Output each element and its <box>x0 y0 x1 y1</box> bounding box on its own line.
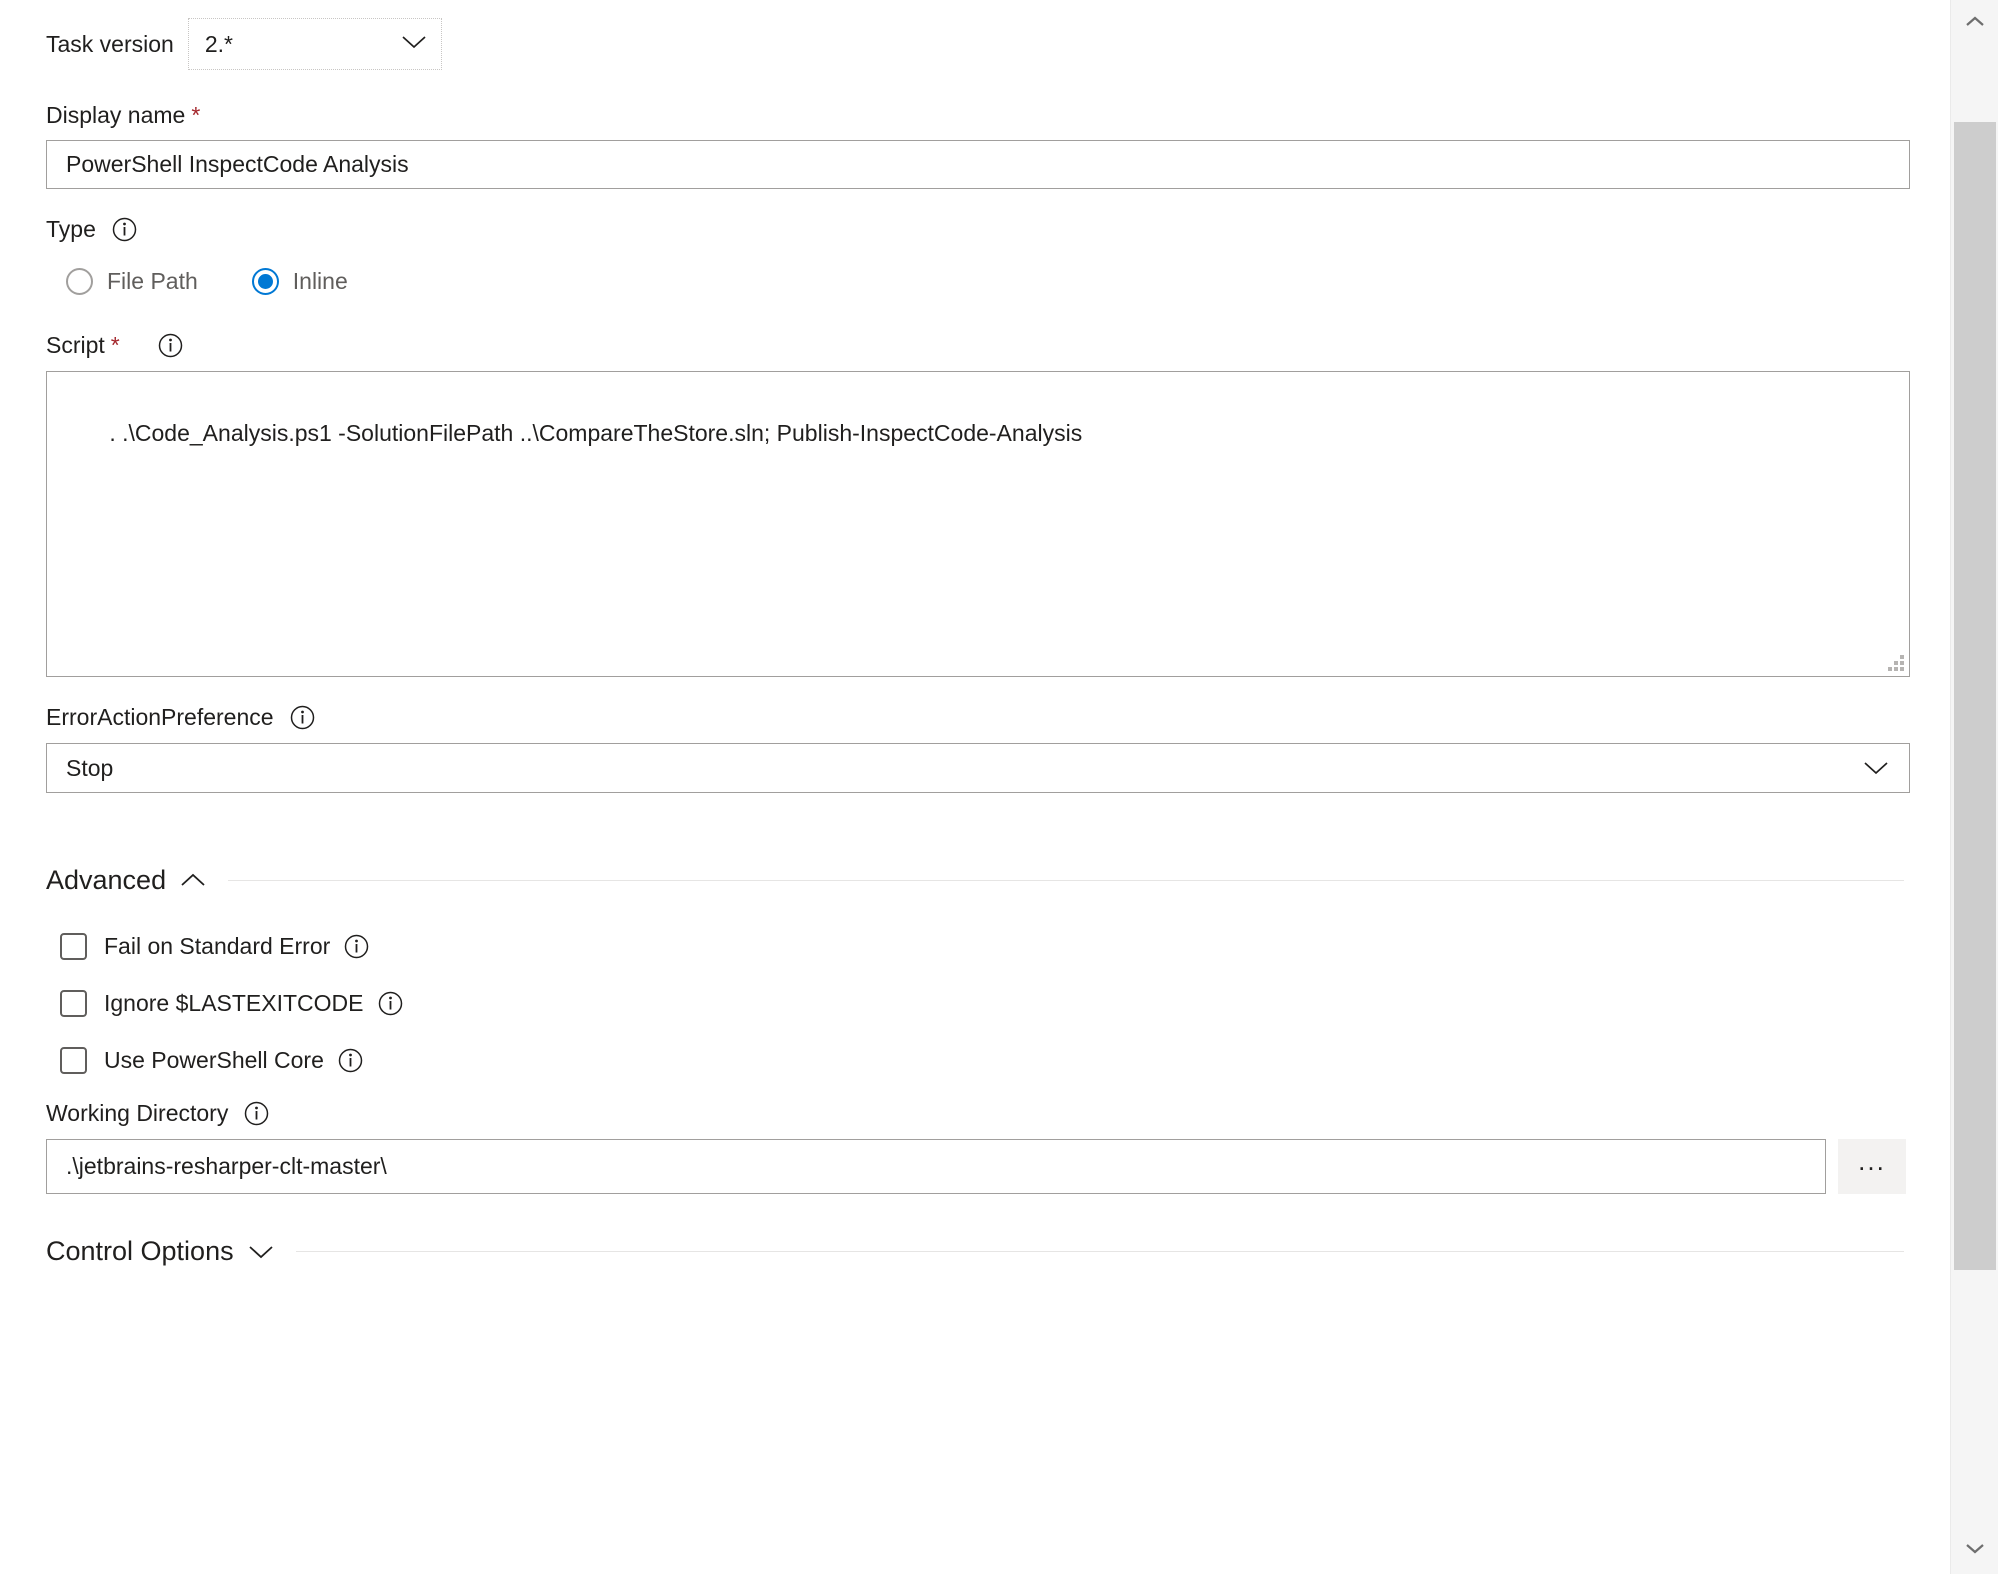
radio-option-inline[interactable]: Inline <box>251 267 348 295</box>
info-icon[interactable] <box>158 333 183 358</box>
task-version-value: 2.* <box>204 30 233 57</box>
task-version-dropdown[interactable]: 2.* <box>187 18 442 70</box>
required-marker: * <box>191 102 201 128</box>
script-textarea[interactable]: . .\Code_Analysis.ps1 -SolutionFilePath … <box>46 371 1910 677</box>
type-field: Type File Path Inline <box>0 189 1950 307</box>
script-field: Script * . .\Code_Analysis.ps1 -Solution… <box>0 307 1950 677</box>
checkbox-icon-unchecked <box>60 933 87 960</box>
chevron-up-icon <box>180 873 206 889</box>
required-marker: * <box>110 332 120 358</box>
checkbox-label-fail-on-standard-error: Fail on Standard Error <box>104 933 331 959</box>
radio-label-file-path: File Path <box>107 267 198 294</box>
section-title-advanced: Advanced <box>46 865 167 895</box>
chevron-down-icon <box>1965 1541 1985 1559</box>
section-header-advanced[interactable]: Advanced <box>0 793 1950 894</box>
error-action-preference-field: ErrorActionPreference Stop <box>0 677 1950 793</box>
radio-icon-unselected <box>66 267 93 295</box>
section-divider <box>228 880 1904 881</box>
scroll-up-button[interactable] <box>1951 0 1998 48</box>
script-label-row: Script * <box>46 333 1950 358</box>
checkbox-icon-unchecked <box>60 1047 87 1074</box>
radio-label-inline: Inline <box>292 267 348 294</box>
browse-button[interactable]: ... <box>1838 1139 1906 1194</box>
radio-option-file-path[interactable]: File Path <box>66 267 198 295</box>
display-name-label: Display name <box>46 102 186 128</box>
chevron-down-icon <box>1863 755 1889 782</box>
info-icon[interactable] <box>290 705 315 730</box>
checkbox-label-use-powershell-core: Use PowerShell Core <box>104 1047 324 1073</box>
working-directory-value: .\jetbrains-resharper-clt-master\ <box>66 1153 387 1179</box>
radio-icon-selected <box>251 267 279 295</box>
display-name-label-row: Display name * <box>46 104 1950 127</box>
task-configuration-panel: Task version 2.* Display name * PowerShe… <box>0 0 1950 1574</box>
error-action-preference-label: ErrorActionPreference <box>46 704 274 730</box>
type-label-row: Type <box>46 217 1950 242</box>
error-action-preference-label-row: ErrorActionPreference <box>46 705 1950 730</box>
info-icon[interactable] <box>244 1101 269 1126</box>
checkbox-row-use-powershell-core[interactable]: Use PowerShell Core <box>0 1032 1950 1089</box>
section-header-control-options[interactable]: Control Options <box>0 1194 1950 1265</box>
checkbox-label-ignore-lastexitcode: Ignore $LASTEXITCODE <box>104 990 364 1016</box>
checkbox-row-ignore-lastexitcode[interactable]: Ignore $LASTEXITCODE <box>0 975 1950 1032</box>
chevron-down-icon <box>248 1244 274 1260</box>
working-directory-label: Working Directory <box>46 1100 229 1126</box>
checkbox-row-fail-on-standard-error[interactable]: Fail on Standard Error <box>0 918 1950 975</box>
section-divider <box>295 1251 1904 1252</box>
working-directory-row: .\jetbrains-resharper-clt-master\ ... <box>0 1139 1950 1194</box>
display-name-field: Display name * PowerShell InspectCode An… <box>0 70 1950 189</box>
scrollbar-thumb[interactable] <box>1954 122 1996 1270</box>
info-icon[interactable] <box>344 934 369 959</box>
display-name-input[interactable]: PowerShell InspectCode Analysis <box>46 140 1910 189</box>
type-label: Type <box>46 216 96 242</box>
chevron-down-icon <box>401 34 427 55</box>
resize-handle-icon[interactable] <box>1887 654 1904 671</box>
vertical-scrollbar[interactable] <box>1950 0 1998 1574</box>
working-directory-field: Working Directory <box>0 1089 1950 1126</box>
advanced-checkbox-list: Fail on Standard Error Ignore $LASTEXITC… <box>0 894 1950 1089</box>
info-icon[interactable] <box>338 1048 363 1073</box>
task-version-row: Task version 2.* <box>0 0 1950 70</box>
section-title-control-options: Control Options <box>46 1236 234 1266</box>
script-label: Script <box>46 332 105 358</box>
scroll-down-button[interactable] <box>1951 1526 1998 1574</box>
task-version-label: Task version <box>46 30 174 57</box>
chevron-up-icon <box>1965 15 1985 33</box>
type-radio-group: File Path Inline <box>46 255 1950 307</box>
working-directory-input[interactable]: .\jetbrains-resharper-clt-master\ <box>46 1139 1826 1194</box>
checkbox-icon-unchecked <box>60 990 87 1017</box>
info-icon[interactable] <box>112 217 137 242</box>
script-value: . .\Code_Analysis.ps1 -SolutionFilePath … <box>109 420 1083 446</box>
working-directory-label-row: Working Directory <box>46 1101 1950 1126</box>
display-name-value: PowerShell InspectCode Analysis <box>66 151 409 177</box>
error-action-preference-value: Stop <box>66 754 114 781</box>
error-action-preference-dropdown[interactable]: Stop <box>46 743 1910 793</box>
info-icon[interactable] <box>378 991 403 1016</box>
